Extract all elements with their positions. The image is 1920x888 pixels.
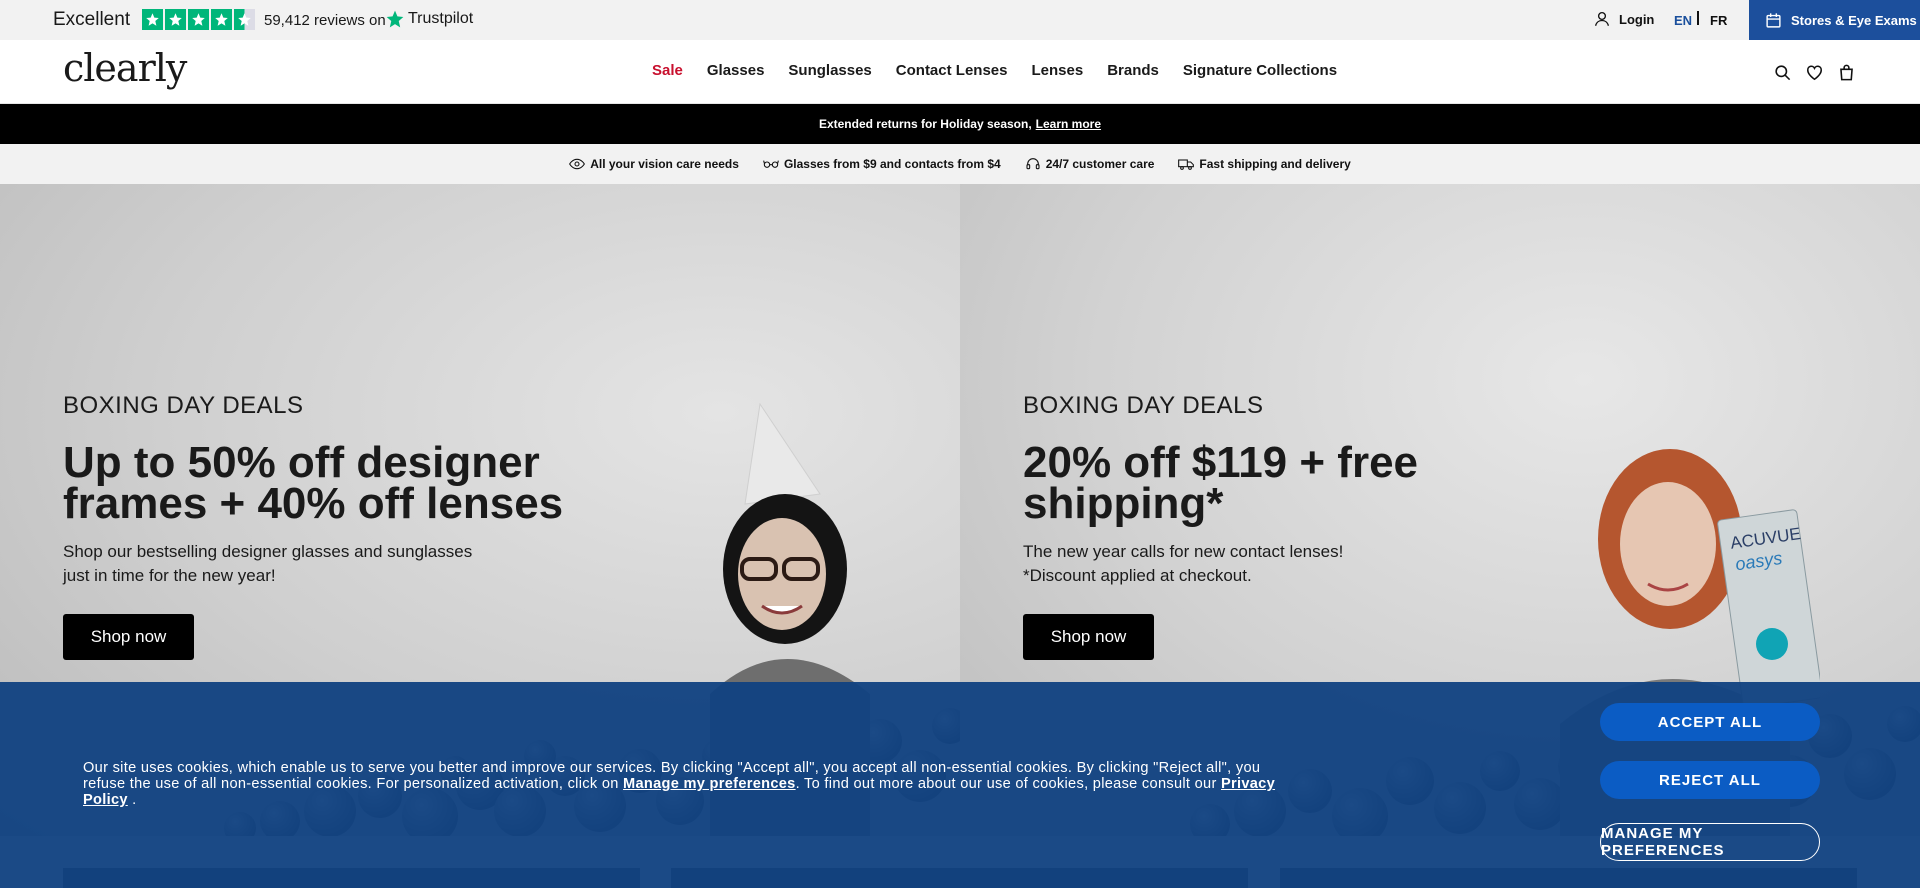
hero-headline: 20% off $119 + free shipping* <box>1023 438 1419 528</box>
headset-icon <box>1026 158 1040 170</box>
nav-sunglasses[interactable]: Sunglasses <box>788 62 871 79</box>
feature-label: All your vision care needs <box>590 157 739 171</box>
hero-subtext: The new year calls for new contact lense… <box>1023 540 1343 588</box>
star-icon <box>188 9 209 30</box>
glasses-icon <box>763 160 779 168</box>
trustpilot-star-icon <box>386 10 404 28</box>
stores-label: Stores & Eye Exams <box>1791 12 1917 28</box>
feature-customer-care: 24/7 customer care <box>1025 157 1155 171</box>
main-header: clearly Sale Glasses Sunglasses Contact … <box>0 40 1920 104</box>
hero-subtext-line: *Discount applied at checkout. <box>1023 566 1252 585</box>
nav-sale[interactable]: Sale <box>652 62 683 79</box>
hero-headline-line: frames + 40% off lenses <box>63 479 564 528</box>
feature-label: Fast shipping and delivery <box>1199 157 1351 171</box>
nav-glasses[interactable]: Glasses <box>707 62 765 79</box>
heart-icon[interactable] <box>1805 63 1824 82</box>
features-bar: All your vision care needs Glasses from … <box>0 144 1920 184</box>
trustpilot-bar: Excellent 59,412 reviews on Trustpilot L… <box>0 0 1920 40</box>
stores-eye-exams-button[interactable]: Stores & Eye Exams <box>1749 0 1920 40</box>
rating-word: Excellent <box>53 9 131 30</box>
star-icon <box>165 9 186 30</box>
reviews-count[interactable]: 59,412 reviews on <box>264 12 386 29</box>
nav-brands[interactable]: Brands <box>1107 62 1159 79</box>
language-fr[interactable]: FR <box>1710 13 1727 28</box>
language-divider <box>1697 11 1699 25</box>
manage-preferences-link[interactable]: Manage my preferences <box>623 776 796 792</box>
hero-headline-line: Up to 50% off designer <box>63 438 540 487</box>
hero-headline: Up to 50% off designer frames + 40% off … <box>63 438 564 528</box>
hero-subtext: Shop our bestselling designer glasses an… <box>63 540 472 588</box>
promo-text: Extended returns for Holiday season, <box>818 117 1032 131</box>
feature-pricing: Glasses from $9 and contacts from $4 <box>763 157 1001 171</box>
half-star-icon <box>234 9 255 30</box>
hero-eyebrow: BOXING DAY DEALS <box>63 392 304 419</box>
login-label: Login <box>1619 11 1655 27</box>
header-icons <box>1773 63 1856 82</box>
cookie-text: . To find out more about our use of cook… <box>795 776 1221 792</box>
feature-label: Glasses from $9 and contacts from $4 <box>783 157 1001 171</box>
star-icon <box>211 9 232 30</box>
cookie-text: . <box>127 792 137 808</box>
shop-now-button[interactable]: Shop now <box>1023 614 1154 660</box>
manage-preferences-button[interactable]: MANAGE MY PREFERENCES <box>1600 823 1820 861</box>
bag-icon[interactable] <box>1837 63 1856 82</box>
promo-bar: Extended returns for Holiday season, Lea… <box>0 104 1920 144</box>
promo-learn-more-link[interactable]: Learn more <box>1036 117 1101 131</box>
feature-shipping: Fast shipping and delivery <box>1178 157 1351 171</box>
truck-icon <box>1178 159 1195 170</box>
login-link[interactable]: Login <box>1593 10 1654 28</box>
cookie-message: Our site uses cookies, which enable us t… <box>83 760 1303 808</box>
eye-icon <box>569 158 586 170</box>
hero-headline-line: 20% off $119 + free <box>1023 438 1419 487</box>
shop-now-button[interactable]: Shop now <box>63 614 194 660</box>
nav-contact-lenses[interactable]: Contact Lenses <box>896 62 1008 79</box>
hero-eyebrow: BOXING DAY DEALS <box>1023 392 1264 419</box>
rating-stars[interactable] <box>142 9 255 30</box>
trustpilot-name: Trustpilot <box>408 10 474 27</box>
trustpilot-logo[interactable]: Trustpilot <box>385 9 473 29</box>
main-nav: Sale Glasses Sunglasses Contact Lenses L… <box>652 62 1361 79</box>
language-en[interactable]: EN <box>1674 13 1692 28</box>
hero-subtext-line: The new year calls for new contact lense… <box>1023 542 1344 561</box>
clearly-logo[interactable]: clearly <box>63 46 187 90</box>
user-icon <box>1594 11 1610 26</box>
reject-all-button[interactable]: REJECT ALL <box>1600 761 1820 799</box>
feature-vision-care: All your vision care needs <box>569 157 739 171</box>
hero-subtext-line: just in time for the new year! <box>63 566 276 585</box>
search-icon[interactable] <box>1773 63 1792 82</box>
calendar-icon <box>1766 12 1781 28</box>
hero-subtext-line: Shop our bestselling designer glasses an… <box>63 542 473 561</box>
nav-lenses[interactable]: Lenses <box>1031 62 1083 79</box>
accept-all-button[interactable]: ACCEPT ALL <box>1600 703 1820 741</box>
hero-headline-line: shipping* <box>1023 479 1224 528</box>
star-icon <box>142 9 163 30</box>
nav-signature-collections[interactable]: Signature Collections <box>1183 62 1337 79</box>
feature-label: 24/7 customer care <box>1045 157 1155 171</box>
